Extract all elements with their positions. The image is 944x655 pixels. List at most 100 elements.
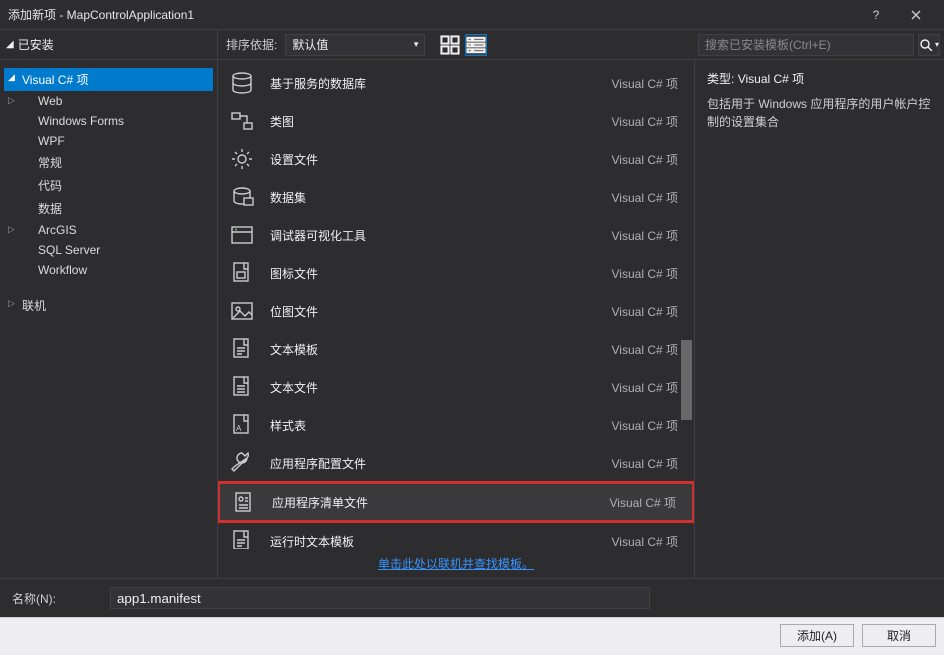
template-language: Visual C# 项 bbox=[610, 494, 684, 511]
template-row[interactable]: 调试器可视化工具Visual C# 项 bbox=[218, 216, 694, 254]
window-title: 添加新项 - MapControlApplication1 bbox=[8, 6, 856, 23]
expand-icon: ▷ bbox=[8, 224, 15, 235]
tree-item-label: ArcGIS bbox=[38, 223, 77, 237]
online-link-row: 单击此处以联机并查找模板。 bbox=[218, 549, 694, 578]
template-row[interactable]: 基于服务的数据库Visual C# 项 bbox=[218, 64, 694, 102]
template-row[interactable]: 文本文件Visual C# 项 bbox=[218, 368, 694, 406]
template-language: Visual C# 项 bbox=[612, 151, 686, 168]
template-row[interactable]: 类图 Visual C# 项 bbox=[218, 102, 694, 140]
database-icon bbox=[226, 67, 258, 99]
cancel-button[interactable]: 取消 bbox=[862, 624, 936, 647]
tree-item[interactable]: WPF bbox=[4, 131, 213, 151]
expand-icon: ▷ bbox=[8, 298, 15, 309]
wrench-icon bbox=[226, 447, 258, 479]
detail-type: 类型: Visual C# 项 bbox=[707, 70, 932, 87]
detail-pane: 类型: Visual C# 项 包括用于 Windows 应用程序的用户帐户控制… bbox=[694, 60, 944, 578]
name-row: 名称(N): bbox=[0, 578, 944, 617]
tree-item-label: 常规 bbox=[38, 156, 62, 170]
template-row[interactable]: 设置文件 Visual C# 项 bbox=[218, 140, 694, 178]
template-name: 应用程序配置文件 bbox=[270, 455, 600, 472]
icon-file-icon bbox=[226, 257, 258, 289]
add-button[interactable]: 添加(A) bbox=[780, 624, 854, 647]
close-button[interactable] bbox=[896, 0, 936, 30]
tree-item-label: Workflow bbox=[38, 263, 87, 277]
text-template-icon bbox=[226, 525, 258, 549]
tree-item-label: SQL Server bbox=[38, 243, 100, 257]
help-button[interactable]: ? bbox=[856, 0, 896, 30]
name-input[interactable] bbox=[110, 587, 650, 609]
template-name: 类图 bbox=[270, 113, 600, 130]
template-row[interactable]: 图标文件 Visual C# 项 bbox=[218, 254, 694, 292]
template-row[interactable]: 运行时文本模板 Visual C# 项 bbox=[218, 522, 694, 549]
tree-item[interactable]: ▷ Web bbox=[4, 91, 213, 111]
search-input[interactable]: 搜索已安装模板(Ctrl+E) bbox=[698, 34, 914, 56]
template-language: Visual C# 项 bbox=[612, 341, 686, 358]
tree-item[interactable]: ◢Visual C# 项 bbox=[4, 68, 213, 91]
chevron-down-icon: ▾ bbox=[935, 40, 939, 49]
template-name: 样式表 bbox=[270, 417, 600, 434]
main-area: ◢Visual C# 项 ▷ Web Windows Forms WPF 常规代码数据 ▷ A… bbox=[0, 60, 944, 578]
list-icon bbox=[466, 35, 486, 55]
tree-item-label: WPF bbox=[38, 134, 65, 148]
tree-item[interactable]: SQL Server bbox=[4, 240, 213, 260]
sort-by-label: 排序依据: bbox=[226, 36, 277, 53]
template-row[interactable]: 应用程序配置文件 Visual C# 项 bbox=[218, 444, 694, 482]
tree-item[interactable]: 数据 bbox=[4, 197, 213, 220]
template-language: Visual C# 项 bbox=[612, 265, 686, 282]
tree-item-label: Web bbox=[38, 94, 62, 108]
template-name: 位图文件 bbox=[270, 303, 600, 320]
template-language: Visual C# 项 bbox=[612, 455, 686, 472]
installed-tab-label: 已安装 bbox=[18, 36, 54, 53]
sort-by-dropdown[interactable]: 默认值 ▾ bbox=[285, 34, 425, 56]
template-row[interactable]: 文本模板Visual C# 项 bbox=[218, 330, 694, 368]
template-language: Visual C# 项 bbox=[612, 113, 686, 130]
template-language: Visual C# 项 bbox=[612, 533, 686, 550]
template-language: Visual C# 项 bbox=[612, 303, 686, 320]
template-row[interactable]: 应用程序清单文件Visual C# 项 bbox=[218, 482, 694, 522]
tree-item[interactable]: Windows Forms bbox=[4, 111, 213, 131]
search-button[interactable]: ▾ bbox=[918, 34, 940, 56]
scrollbar[interactable] bbox=[679, 120, 694, 509]
search-placeholder: 搜索已安装模板(Ctrl+E) bbox=[705, 36, 831, 53]
tree-item-label: 联机 bbox=[22, 299, 46, 313]
tree-item-label: Windows Forms bbox=[38, 114, 124, 128]
dataset-icon bbox=[226, 181, 258, 213]
installed-tab[interactable]: ◢ 已安装 bbox=[0, 30, 218, 59]
manifest-icon bbox=[228, 486, 260, 518]
expand-icon: ▷ bbox=[8, 95, 15, 106]
template-row[interactable]: 位图文件 Visual C# 项 bbox=[218, 292, 694, 330]
detail-description: 包括用于 Windows 应用程序的用户帐户控制的设置集合 bbox=[707, 95, 932, 131]
template-name: 调试器可视化工具 bbox=[270, 227, 600, 244]
tree-item[interactable]: ▷ ArcGIS bbox=[4, 220, 213, 240]
template-row[interactable]: A样式表Visual C# 项 bbox=[218, 406, 694, 444]
toolbar: ◢ 已安装 排序依据: 默认值 ▾ 搜索已安装模板(Ctrl+E) ▾ bbox=[0, 30, 944, 60]
tree-item[interactable]: 代码 bbox=[4, 174, 213, 197]
template-name: 文本文件 bbox=[270, 379, 600, 396]
tree-item-label: 代码 bbox=[38, 179, 62, 193]
tree-item[interactable]: 常规 bbox=[4, 151, 213, 174]
chevron-down-icon: ▾ bbox=[414, 39, 419, 50]
template-name: 运行时文本模板 bbox=[270, 533, 600, 550]
window-icon bbox=[226, 219, 258, 251]
template-name: 设置文件 bbox=[270, 151, 600, 168]
view-large-icons-button[interactable] bbox=[439, 34, 461, 56]
close-icon bbox=[911, 10, 921, 20]
template-language: Visual C# 项 bbox=[612, 417, 686, 434]
titlebar: 添加新项 - MapControlApplication1 ? bbox=[0, 0, 944, 30]
scrollbar-thumb[interactable] bbox=[681, 340, 692, 420]
tree-item-label: 数据 bbox=[38, 202, 62, 216]
gear-icon bbox=[226, 143, 258, 175]
tree-item[interactable]: ▷ 联机 bbox=[4, 294, 213, 317]
template-row[interactable]: 数据集Visual C# 项 bbox=[218, 178, 694, 216]
template-language: Visual C# 项 bbox=[612, 189, 686, 206]
tree-item[interactable]: Workflow bbox=[4, 260, 213, 280]
template-list[interactable]: 基于服务的数据库Visual C# 项类图Visual C# 项设置文件Visu… bbox=[218, 60, 694, 549]
text-file-icon bbox=[226, 371, 258, 403]
image-icon bbox=[226, 295, 258, 327]
category-tree: ◢Visual C# 项 ▷ Web Windows Forms WPF 常规代码数据 ▷ A… bbox=[0, 60, 218, 578]
view-list-button[interactable] bbox=[465, 34, 487, 56]
find-online-link[interactable]: 单击此处以联机并查找模板。 bbox=[378, 557, 534, 571]
tree-item-label: Visual C# 项 bbox=[22, 73, 88, 87]
template-name: 图标文件 bbox=[270, 265, 600, 282]
search-icon bbox=[919, 38, 933, 52]
